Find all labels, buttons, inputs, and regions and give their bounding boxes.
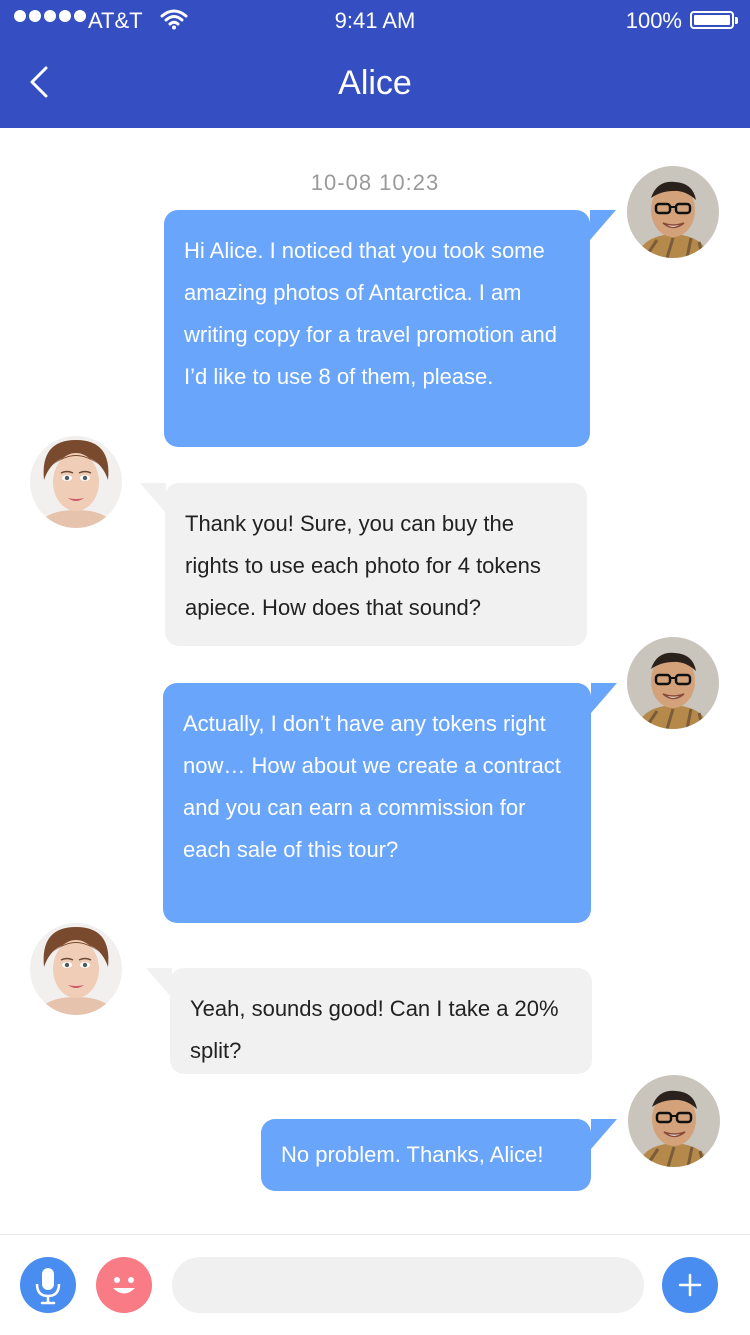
message-text: Actually, I don’t have any tokens right … (183, 711, 561, 862)
voice-button[interactable] (20, 1257, 76, 1313)
navigation-bar: AT&T 9:41 AM 100% Alice (0, 0, 750, 128)
message-composer (0, 1234, 750, 1335)
alice-avatar[interactable] (30, 923, 122, 1015)
my-avatar[interactable] (627, 166, 719, 258)
message-bubble-outgoing[interactable]: Actually, I don’t have any tokens right … (163, 683, 591, 923)
my-avatar[interactable] (628, 1075, 720, 1167)
bubble-tail (140, 483, 166, 513)
message-text: Hi Alice. I noticed that you took some a… (184, 238, 557, 389)
microphone-icon (35, 1268, 61, 1305)
bubble-tail (591, 683, 617, 713)
bubble-tail (590, 210, 616, 240)
my-avatar[interactable] (627, 637, 719, 729)
message-text: Thank you! Sure, you can buy the rights … (185, 511, 541, 620)
bubble-tail (146, 968, 172, 998)
add-attachment-button[interactable] (662, 1257, 718, 1313)
message-text: Yeah, sounds good! Can I take a 20% spli… (190, 996, 559, 1063)
smiley-icon (113, 1277, 135, 1294)
status-bar: AT&T 9:41 AM 100% (0, 0, 750, 40)
alice-avatar[interactable] (30, 436, 122, 528)
battery-percent: 100% (625, 8, 682, 33)
plus-icon (678, 1273, 702, 1297)
bubble-tail (591, 1119, 617, 1149)
message-bubble-outgoing[interactable]: No problem. Thanks, Alice! (261, 1119, 591, 1191)
message-bubble-incoming[interactable]: Yeah, sounds good! Can I take a 20% spli… (170, 968, 592, 1074)
message-bubble-outgoing[interactable]: Hi Alice. I noticed that you took some a… (164, 210, 590, 447)
message-text: No problem. Thanks, Alice! (281, 1142, 544, 1167)
emoji-button[interactable] (96, 1257, 152, 1313)
message-input[interactable] (172, 1257, 644, 1313)
battery-icon (690, 11, 738, 29)
page-title: Alice (338, 64, 412, 102)
message-bubble-incoming[interactable]: Thank you! Sure, you can buy the rights … (165, 483, 587, 646)
